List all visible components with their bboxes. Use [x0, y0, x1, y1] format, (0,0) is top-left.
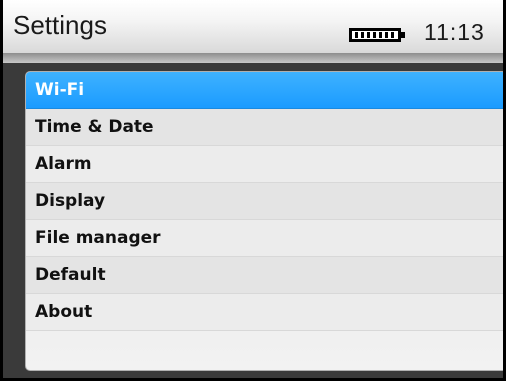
menu-item-wifi[interactable]: Wi-Fi [26, 72, 503, 109]
header-separator [3, 53, 503, 63]
menu-item-time-date[interactable]: Time & Date [26, 109, 503, 146]
menu-item-display[interactable]: Display [26, 183, 503, 220]
page-title: Settings [13, 10, 107, 40]
menu-item-file-manager[interactable]: File manager [26, 220, 503, 257]
battery-full-icon [349, 28, 405, 42]
menu-item-alarm[interactable]: Alarm [26, 146, 503, 183]
settings-menu: Wi-Fi Time & Date Alarm Display File man… [25, 71, 503, 371]
menu-item-default[interactable]: Default [26, 257, 503, 294]
menu-item-about[interactable]: About [26, 294, 503, 331]
clock: 11:13 [424, 19, 485, 45]
status-bar: Settings 11:13 [3, 0, 503, 54]
device-screen: Settings 11:13 Wi-Fi Time & Date Alarm D… [0, 0, 506, 381]
